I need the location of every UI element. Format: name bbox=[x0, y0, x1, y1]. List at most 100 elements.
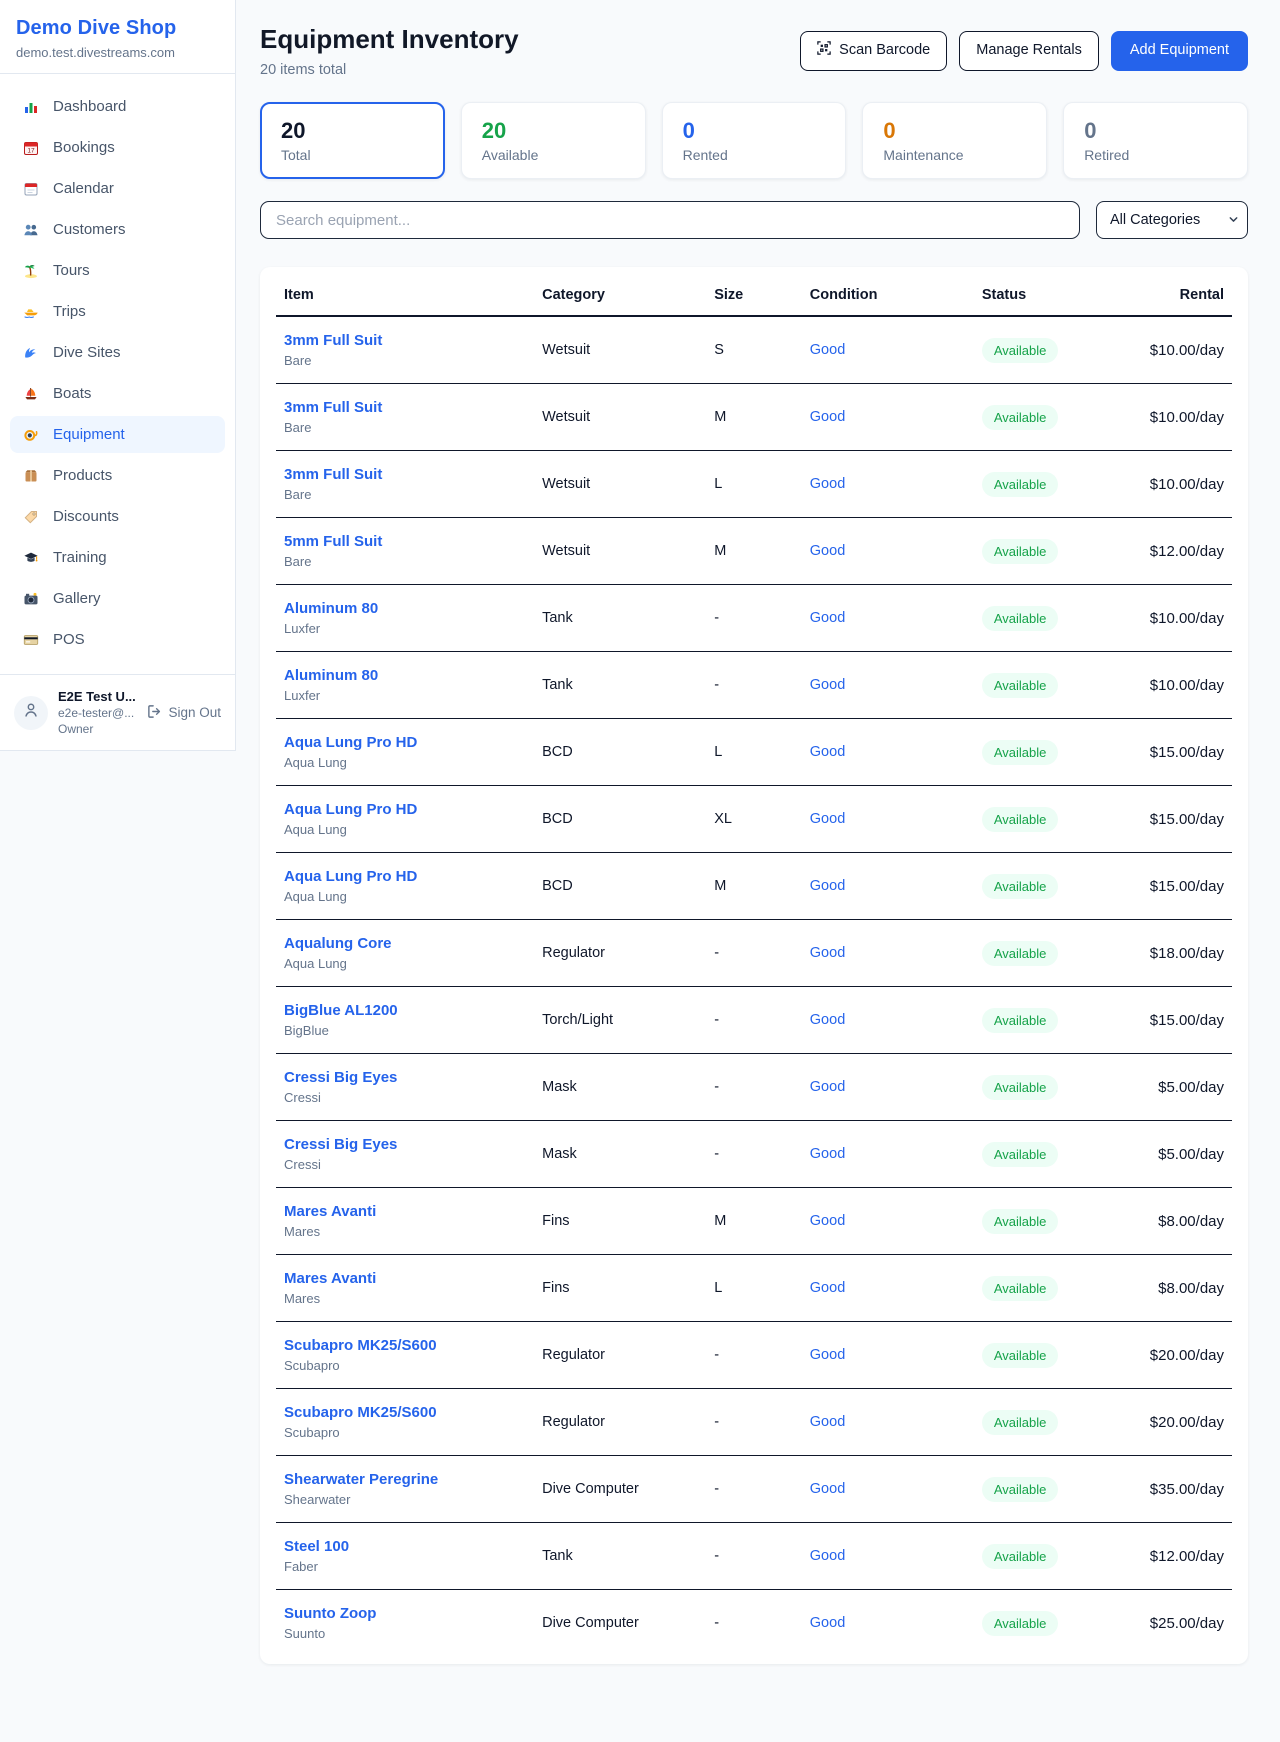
item-name-link[interactable]: 3mm Full Suit bbox=[284, 466, 382, 483]
item-size: - bbox=[706, 1121, 802, 1188]
item-condition-link[interactable]: Good bbox=[810, 409, 845, 425]
user-role: Owner bbox=[58, 722, 136, 736]
item-size: - bbox=[706, 585, 802, 652]
stat-card-retired[interactable]: 0 Retired bbox=[1063, 102, 1248, 179]
item-name-link[interactable]: Scubapro MK25/S600 bbox=[284, 1404, 437, 1421]
item-category: Mask bbox=[534, 1121, 706, 1188]
item-condition-link[interactable]: Good bbox=[810, 543, 845, 559]
item-condition-link[interactable]: Good bbox=[810, 1213, 845, 1229]
tag-icon bbox=[22, 508, 40, 525]
sidebar-item-equipment[interactable]: Equipment bbox=[10, 416, 225, 453]
item-name-link[interactable]: Aqua Lung Pro HD bbox=[284, 734, 417, 751]
stat-card-total[interactable]: 20 Total bbox=[260, 102, 445, 179]
table-row: Aluminum 80 Luxfer Tank - Good Available… bbox=[276, 652, 1232, 719]
item-name-link[interactable]: Mares Avanti bbox=[284, 1203, 376, 1220]
sidebar-item-dive-sites[interactable]: Dive Sites bbox=[10, 334, 225, 371]
sidebar-item-customers[interactable]: Customers bbox=[10, 211, 225, 248]
item-category: Tank bbox=[534, 652, 706, 719]
item-name-link[interactable]: Aqua Lung Pro HD bbox=[284, 868, 417, 885]
item-size: - bbox=[706, 920, 802, 987]
sidebar-item-tours[interactable]: Tours bbox=[10, 252, 225, 289]
search-input[interactable] bbox=[260, 201, 1080, 239]
sidebar-item-products[interactable]: Products bbox=[10, 457, 225, 494]
item-name-link[interactable]: Steel 100 bbox=[284, 1538, 349, 1555]
item-name-link[interactable]: Cressi Big Eyes bbox=[284, 1069, 397, 1086]
item-condition-link[interactable]: Good bbox=[810, 1615, 845, 1631]
sidebar-item-training[interactable]: Training bbox=[10, 539, 225, 576]
item-condition-link[interactable]: Good bbox=[810, 1347, 845, 1363]
item-category: Fins bbox=[534, 1188, 706, 1255]
item-rental: $8.00/day bbox=[1117, 1188, 1232, 1255]
item-brand: Aqua Lung bbox=[284, 956, 526, 971]
item-name-link[interactable]: Aluminum 80 bbox=[284, 600, 378, 617]
item-rental: $15.00/day bbox=[1117, 987, 1232, 1054]
item-condition-link[interactable]: Good bbox=[810, 744, 845, 760]
calendar-icon bbox=[22, 180, 40, 197]
item-condition-link[interactable]: Good bbox=[810, 1414, 845, 1430]
status-badge: Available bbox=[982, 1008, 1059, 1033]
item-name-link[interactable]: 5mm Full Suit bbox=[284, 533, 382, 550]
item-condition-link[interactable]: Good bbox=[810, 1280, 845, 1296]
sidebar-item-bookings[interactable]: 17 Bookings bbox=[10, 129, 225, 166]
item-condition-link[interactable]: Good bbox=[810, 1548, 845, 1564]
status-badge: Available bbox=[982, 941, 1059, 966]
item-condition-link[interactable]: Good bbox=[810, 945, 845, 961]
item-condition-link[interactable]: Good bbox=[810, 1079, 845, 1095]
sidebar-item-gallery[interactable]: Gallery bbox=[10, 580, 225, 617]
item-condition-link[interactable]: Good bbox=[810, 811, 845, 827]
item-condition-link[interactable]: Good bbox=[810, 878, 845, 894]
item-brand: Scubapro bbox=[284, 1358, 526, 1373]
sidebar-item-label: Equipment bbox=[53, 426, 125, 443]
item-condition-link[interactable]: Good bbox=[810, 1012, 845, 1028]
sidebar-header: Demo Dive Shop demo.test.divestreams.com bbox=[0, 0, 235, 74]
item-condition-link[interactable]: Good bbox=[810, 476, 845, 492]
item-name-link[interactable]: BigBlue AL1200 bbox=[284, 1002, 398, 1019]
item-size: M bbox=[706, 1188, 802, 1255]
stat-label: Rented bbox=[683, 147, 826, 163]
item-name-link[interactable]: 3mm Full Suit bbox=[284, 399, 382, 416]
item-name-link[interactable]: Aqualung Core bbox=[284, 935, 392, 952]
sidebar-item-pos[interactable]: POS bbox=[10, 621, 225, 658]
item-condition-link[interactable]: Good bbox=[810, 610, 845, 626]
category-select[interactable]: All Categories bbox=[1096, 201, 1248, 239]
sidebar-item-calendar[interactable]: Calendar bbox=[10, 170, 225, 207]
sidebar-item-label: Customers bbox=[53, 221, 126, 238]
item-brand: Cressi bbox=[284, 1157, 526, 1172]
sign-out-button[interactable]: Sign Out bbox=[147, 704, 221, 722]
item-size: L bbox=[706, 1255, 802, 1322]
manage-rentals-button[interactable]: Manage Rentals bbox=[959, 31, 1099, 70]
item-name-link[interactable]: Aluminum 80 bbox=[284, 667, 378, 684]
stat-card-available[interactable]: 20 Available bbox=[461, 102, 646, 179]
stat-card-rented[interactable]: 0 Rented bbox=[662, 102, 847, 179]
sidebar-item-boats[interactable]: Boats bbox=[10, 375, 225, 412]
item-size: M bbox=[706, 384, 802, 451]
table-row: 3mm Full Suit Bare Wetsuit L Good Availa… bbox=[276, 451, 1232, 518]
add-equipment-button[interactable]: Add Equipment bbox=[1111, 31, 1248, 70]
item-brand: Aqua Lung bbox=[284, 889, 526, 904]
person-icon bbox=[22, 701, 40, 724]
item-name-link[interactable]: Scubapro MK25/S600 bbox=[284, 1337, 437, 1354]
item-name-link[interactable]: Aqua Lung Pro HD bbox=[284, 801, 417, 818]
sidebar-nav: Dashboard 17 Bookings Calendar Customers… bbox=[0, 74, 235, 674]
sidebar-item-discounts[interactable]: Discounts bbox=[10, 498, 225, 535]
item-size: - bbox=[706, 1456, 802, 1523]
status-badge: Available bbox=[982, 740, 1059, 765]
user-info: E2E Test U... e2e-tester@... Owner bbox=[58, 689, 136, 736]
sailboat-icon bbox=[22, 385, 40, 402]
item-condition-link[interactable]: Good bbox=[810, 1481, 845, 1497]
item-rental: $20.00/day bbox=[1117, 1322, 1232, 1389]
item-name-link[interactable]: 3mm Full Suit bbox=[284, 332, 382, 349]
stat-value: 20 bbox=[281, 118, 424, 143]
scan-barcode-button[interactable]: Scan Barcode bbox=[800, 31, 947, 70]
item-condition-link[interactable]: Good bbox=[810, 342, 845, 358]
item-name-link[interactable]: Mares Avanti bbox=[284, 1270, 376, 1287]
item-name-link[interactable]: Suunto Zoop bbox=[284, 1605, 376, 1622]
item-name-link[interactable]: Cressi Big Eyes bbox=[284, 1136, 397, 1153]
item-name-link[interactable]: Shearwater Peregrine bbox=[284, 1471, 438, 1488]
sidebar-item-trips[interactable]: Trips bbox=[10, 293, 225, 330]
stat-card-maintenance[interactable]: 0 Maintenance bbox=[862, 102, 1047, 179]
item-condition-link[interactable]: Good bbox=[810, 677, 845, 693]
sidebar-item-dashboard[interactable]: Dashboard bbox=[10, 88, 225, 125]
item-condition-link[interactable]: Good bbox=[810, 1146, 845, 1162]
equipment-table-card: Item Category Size Condition Status Rent… bbox=[260, 267, 1248, 1664]
